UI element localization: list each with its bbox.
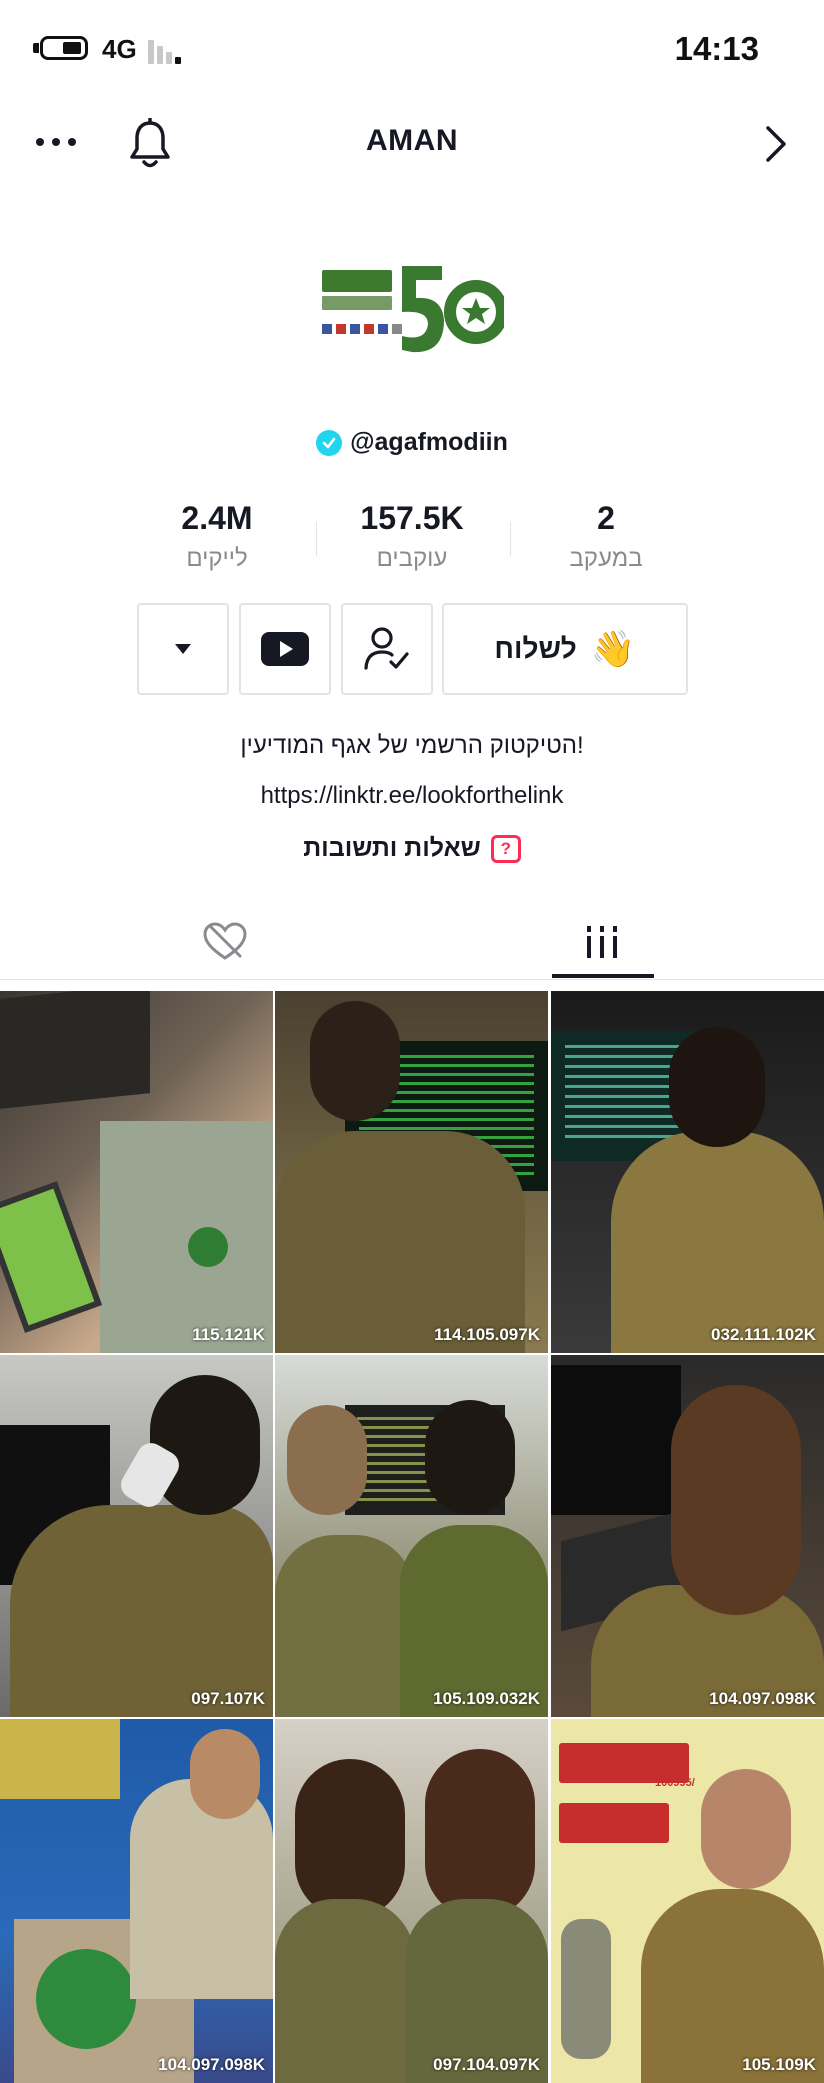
tab-liked[interactable] [175,906,275,978]
thumb-tablet [0,1180,103,1334]
user-check-icon [364,627,409,670]
hidden-heart-icon [203,922,247,960]
following-label: במעקב [569,545,643,572]
view-count: 097.104.097K [433,2055,540,2074]
thumb-head [287,1405,367,1515]
thumb-uniform [611,1131,824,1353]
thumb-head [425,1400,515,1515]
thumb-silhouette [561,1919,611,2059]
thumb-speaker [130,1779,273,1999]
username: @agafmodiin [350,428,508,456]
caret-down-icon [175,644,191,654]
video-thumbnail[interactable]: 115.121K [0,991,273,1353]
more-dropdown-button[interactable] [137,603,229,695]
network-type: 4G [102,34,137,64]
grid-icon [587,926,617,958]
video-thumbnail[interactable]: 100995/ 105.109K [551,1719,824,2083]
view-count: 114.105.097K [434,1325,540,1344]
battery-terminal [33,43,39,53]
username-row: @agafmodiin [0,428,824,457]
view-count: 115.121K [192,1325,265,1344]
video-thumbnail[interactable]: 104.097.098K [0,1719,273,2083]
message-button-label: לשלוח [494,633,577,664]
logo-subtitle [322,296,392,310]
thumb-head [669,1027,765,1147]
thumb-poster-number: 100995/ [655,1777,695,1789]
bio-link[interactable]: https://linktr.ee/lookforthelink [0,782,824,810]
thumb-insignia [188,1227,228,1267]
question-bubble-icon: ? [490,834,521,863]
signal-icon [148,38,184,64]
view-count: 105.109.032K [433,1689,540,1708]
view-count: 104.097.098K [158,2055,265,2074]
view-count: 032.111.102K [711,1325,816,1344]
thumb-monitor [551,1365,681,1515]
logo-emblem-50 [402,266,504,353]
thumb-head [701,1769,791,1889]
status-bar: 4G 14:13 [0,0,824,100]
thumb-banner [0,1719,120,1799]
qa-label: שאלות ותשובות [303,834,481,862]
thumb-head [310,1001,400,1121]
thumb-hair [295,1759,405,1919]
bio-text: הטיקטוק הרשמי של אגף המודיעין! [240,732,584,759]
followers-label: עוקבים [376,545,448,572]
followers-stat[interactable]: 157.5K עוקבים [312,500,512,573]
verified-badge-icon [316,429,343,456]
followers-count: 157.5K [360,500,464,536]
video-thumbnail[interactable]: 104.097.098K [551,1355,824,1717]
video-thumbnail[interactable]: 114.105.097K [275,991,548,1353]
thumb-hair [671,1385,801,1615]
thumb-uniform [641,1889,824,2083]
tab-videos[interactable] [552,906,652,978]
likes-stat[interactable]: 2.4M לייקים [117,500,317,573]
video-thumbnail[interactable]: 097.107K [0,1355,273,1717]
thumb-uniform-left [275,1535,415,1717]
avatar[interactable] [322,262,504,358]
thumb-headline-line2 [559,1803,669,1843]
view-count: 105.109K [742,2055,816,2074]
thumb-podium-emblem [36,1949,136,2049]
thumb-hair [425,1749,535,1919]
video-thumbnail[interactable]: 097.104.097K [275,1719,548,2083]
video-thumbnail[interactable]: 032.111.102K [551,991,824,1353]
video-thumbnail[interactable]: 105.109.032K [275,1355,548,1717]
chevron-right-icon[interactable] [758,120,794,168]
logo-ribbons [322,324,402,334]
thumb-uniform [275,1899,415,2083]
likes-count: 2.4M [181,500,253,536]
likes-label: לייקים [186,545,248,572]
qa-link[interactable]: שאלות ותשובות ? [0,834,824,863]
thumb-uniform [100,1121,273,1353]
youtube-icon [261,632,309,666]
thumb-monitor [0,991,150,1109]
message-button[interactable]: לשלוח 👋 [442,603,688,695]
tabs-divider [0,979,824,980]
youtube-button[interactable] [239,603,331,695]
view-count: 097.107K [191,1689,265,1708]
thumb-head [150,1375,260,1515]
active-tab-indicator [552,974,654,978]
following-count: 2 [597,500,615,536]
thumb-uniform [10,1505,273,1717]
following-stat[interactable]: 2 במעקב [506,500,706,573]
following-status-button[interactable] [341,603,433,695]
thumb-head [190,1729,260,1819]
logo-banner [322,270,392,292]
battery-icon [40,36,88,60]
page-title: AMAN [366,124,458,157]
waving-hand-icon: 👋 [590,628,636,669]
clock: 14:13 [674,30,759,67]
thumb-uniform [275,1131,525,1353]
view-count: 104.097.098K [709,1689,816,1708]
